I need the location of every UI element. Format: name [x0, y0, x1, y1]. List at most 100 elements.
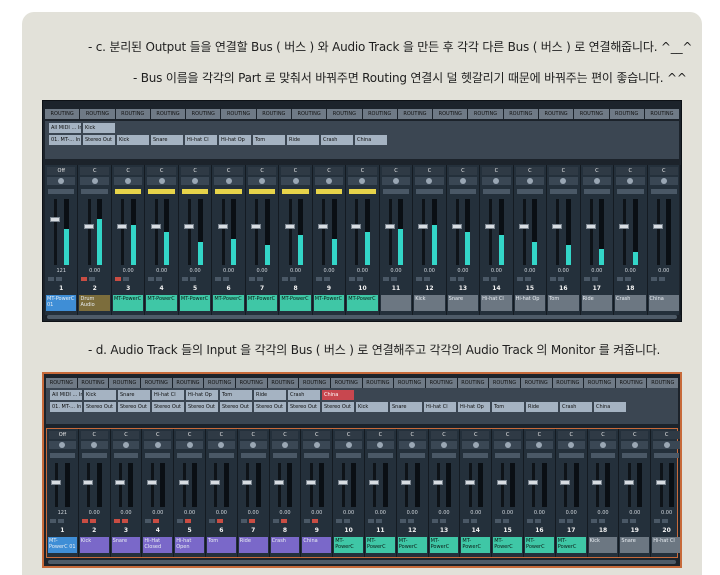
routing-tab[interactable]: ROUTING [489, 378, 520, 388]
pan-display[interactable]: C [398, 431, 426, 439]
fader-track[interactable] [87, 199, 91, 265]
record-button[interactable] [114, 277, 121, 281]
monitor-button[interactable] [89, 519, 96, 523]
solo-button[interactable] [382, 189, 410, 194]
pan-knob[interactable] [367, 441, 394, 449]
fader-track[interactable] [489, 199, 493, 265]
output-select[interactable]: Ride [526, 402, 558, 412]
pan-display[interactable]: C [176, 431, 203, 439]
fader-track[interactable] [246, 463, 250, 507]
fader-handle[interactable] [619, 224, 630, 230]
monitor-button[interactable] [89, 277, 96, 281]
pan-display[interactable]: C [430, 431, 458, 439]
fader-track[interactable] [118, 463, 122, 507]
pan-display[interactable]: C [303, 431, 331, 439]
pan-knob[interactable] [239, 441, 267, 449]
insert-slot[interactable] [590, 453, 616, 458]
pan-display[interactable]: C [239, 431, 267, 439]
fader-handle[interactable] [560, 479, 571, 485]
record-button[interactable] [282, 277, 289, 281]
monitor-button[interactable] [280, 519, 287, 523]
record-button[interactable] [145, 519, 152, 523]
pan-display[interactable]: C [482, 167, 511, 175]
record-button[interactable] [527, 519, 533, 523]
channel-name[interactable]: Ride [581, 295, 613, 311]
pan-knob[interactable] [113, 177, 143, 185]
fader-handle[interactable] [178, 479, 189, 485]
output-select[interactable]: Stereo Out [322, 402, 354, 412]
input-select[interactable]: Ride [254, 390, 286, 400]
pan-display[interactable]: Off [49, 431, 76, 439]
insert-slot[interactable] [368, 453, 393, 458]
channel-name[interactable]: MT-PowerC [280, 295, 311, 311]
fader-handle[interactable] [242, 479, 253, 485]
pan-display[interactable]: C [271, 431, 299, 439]
fader-track[interactable] [656, 199, 660, 265]
record-button[interactable] [382, 277, 389, 281]
fader-track[interactable] [388, 199, 392, 265]
fader-track[interactable] [288, 199, 292, 265]
solo-button[interactable] [650, 189, 677, 194]
insert-slot[interactable] [240, 453, 266, 458]
pan-knob[interactable] [430, 441, 458, 449]
routing-tab[interactable]: ROUTING [115, 109, 150, 119]
pan-knob[interactable] [649, 177, 678, 185]
pan-knob[interactable] [271, 441, 299, 449]
input-select[interactable]: All MIDI ... In [49, 123, 81, 133]
fader-track[interactable] [150, 463, 154, 507]
routing-tab[interactable]: ROUTING [457, 378, 489, 388]
insert-slot[interactable] [527, 453, 552, 458]
routing-tab[interactable]: ROUTING [397, 109, 433, 119]
insert-slot[interactable] [654, 453, 679, 458]
routing-tab[interactable]: ROUTING [77, 378, 109, 388]
pan-knob[interactable] [335, 441, 362, 449]
channel-name[interactable]: MT-PowerC 01 [46, 295, 77, 311]
routing-tab[interactable]: ROUTING [204, 378, 235, 388]
channel-name[interactable]: Hi-hat Cl [481, 295, 512, 311]
routing-tab[interactable]: ROUTING [140, 378, 172, 388]
fader-track[interactable] [255, 199, 259, 265]
monitor-button[interactable] [598, 519, 605, 523]
channel-name[interactable]: Kick [79, 537, 109, 553]
monitor-button[interactable] [524, 277, 531, 281]
fader-handle[interactable] [591, 479, 602, 485]
monitor-button[interactable] [471, 519, 478, 523]
routing-tab[interactable]: ROUTING [433, 109, 468, 119]
output-select[interactable]: Tom [492, 402, 524, 412]
record-button[interactable] [349, 277, 356, 281]
input-select[interactable]: Kick [83, 123, 115, 133]
pan-display[interactable]: C [314, 167, 344, 175]
pan-knob[interactable] [180, 177, 210, 185]
fader-handle[interactable] [273, 479, 284, 485]
pan-knob[interactable] [381, 177, 411, 185]
pan-display[interactable]: C [180, 167, 210, 175]
fader-handle[interactable] [384, 224, 395, 230]
solo-button[interactable] [550, 189, 577, 194]
pan-display[interactable]: C [147, 167, 176, 175]
pan-display[interactable]: C [208, 431, 235, 439]
output-select[interactable]: 01. MT-... In [50, 402, 82, 412]
monitor-button[interactable] [189, 277, 196, 281]
fader-track[interactable] [55, 463, 59, 507]
channel-name[interactable]: Ride [238, 537, 268, 553]
pan-knob[interactable] [582, 177, 612, 185]
solo-button[interactable] [181, 189, 209, 194]
output-select[interactable]: Kick [117, 135, 149, 145]
channel-name[interactable]: MT-PowerC [493, 537, 522, 553]
fader-track[interactable] [154, 199, 158, 265]
monitor-button[interactable] [491, 277, 498, 281]
fader-handle[interactable] [83, 224, 94, 230]
channel-name[interactable]: MT-PowerC [213, 295, 244, 311]
routing-tab[interactable]: ROUTING [330, 378, 362, 388]
record-button[interactable] [650, 277, 657, 281]
channel-name[interactable]: MT-PowerC [461, 537, 491, 553]
channel-name[interactable]: MT-PowerC 01 [48, 537, 77, 553]
routing-tab[interactable]: ROUTING [503, 109, 538, 119]
fader-handle[interactable] [114, 479, 125, 485]
pan-knob[interactable] [49, 441, 76, 449]
fader-track[interactable] [355, 199, 359, 265]
solo-button[interactable] [617, 189, 644, 194]
pan-knob[interactable] [621, 441, 649, 449]
pan-knob[interactable] [144, 441, 172, 449]
record-button[interactable] [248, 277, 255, 281]
